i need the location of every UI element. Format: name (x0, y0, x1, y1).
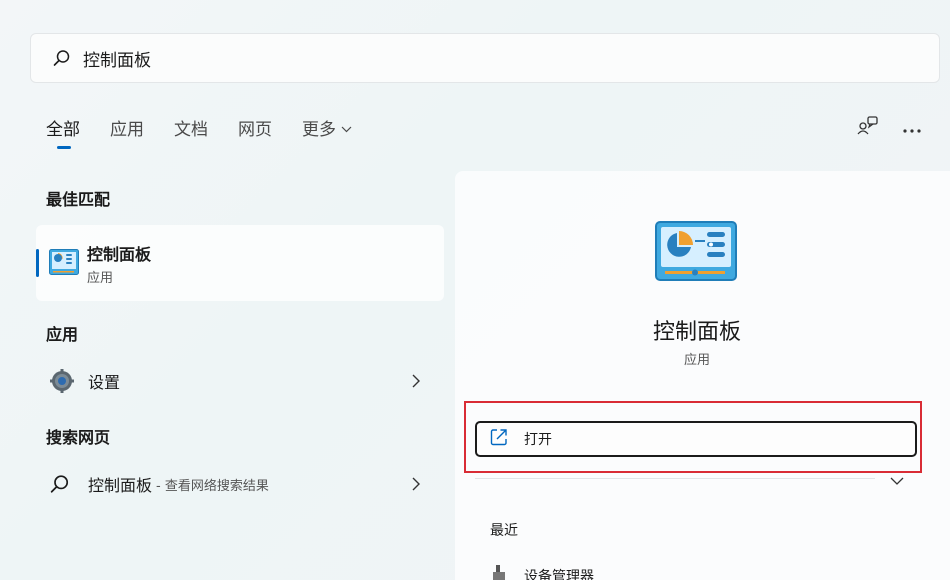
best-match-name: 控制面板 (87, 245, 152, 264)
search-icon (53, 49, 71, 67)
tab-all[interactable]: 全部 (46, 115, 80, 149)
filter-tabs: 全部 应用 文档 网页 更多 (46, 115, 382, 149)
search-icon (50, 474, 78, 494)
recent-section-title: 最近 (490, 523, 518, 539)
chevron-right-icon (412, 476, 420, 495)
more-icon (903, 118, 921, 137)
chevron-down-icon (341, 118, 352, 138)
control-panel-icon (655, 221, 737, 285)
chevron-right-icon (412, 373, 420, 392)
section-title-best-match: 最佳匹配 (46, 190, 111, 209)
best-match-type: 应用 (87, 271, 114, 286)
app-result-settings[interactable]: 设置 (36, 361, 444, 401)
detail-panel: 控制面板 应用 (455, 171, 950, 580)
search-input[interactable] (83, 48, 883, 68)
web-result-hint: - 查看网络搜索结果 (156, 478, 269, 494)
divider (475, 478, 875, 479)
toolbar-right (840, 113, 928, 141)
more-options-button[interactable] (896, 113, 928, 141)
device-manager-icon (490, 565, 510, 580)
detail-app-type: 应用 (683, 353, 710, 368)
recent-item-label: 设备管理器 (524, 569, 594, 580)
section-title-apps: 应用 (46, 325, 79, 344)
web-result-label: 控制面板 (88, 476, 153, 495)
open-button-label: 打开 (524, 432, 552, 448)
tab-more[interactable]: 更多 (302, 115, 352, 140)
open-button[interactable]: 打开 (475, 421, 917, 457)
open-external-icon (490, 428, 508, 450)
detail-app-name: 控制面板 (652, 320, 741, 345)
tab-apps[interactable]: 应用 (110, 115, 144, 140)
recent-item-device-manager[interactable]: 设备管理器 (490, 565, 594, 580)
web-result-control-panel[interactable]: 控制面板 - 查看网络搜索结果 (36, 464, 444, 504)
control-panel-icon (49, 249, 79, 279)
best-match-item[interactable]: 控制面板 应用 (36, 225, 444, 301)
tab-documents[interactable]: 文档 (174, 115, 208, 140)
chevron-down-icon[interactable] (890, 471, 904, 490)
selection-indicator (36, 249, 39, 277)
app-result-label: 设置 (88, 373, 121, 392)
feedback-icon (857, 115, 879, 139)
section-title-web: 搜索网页 (46, 428, 111, 447)
tab-web[interactable]: 网页 (238, 115, 272, 140)
feedback-button[interactable] (852, 113, 884, 141)
gear-icon (50, 369, 78, 393)
search-box[interactable] (30, 33, 940, 83)
